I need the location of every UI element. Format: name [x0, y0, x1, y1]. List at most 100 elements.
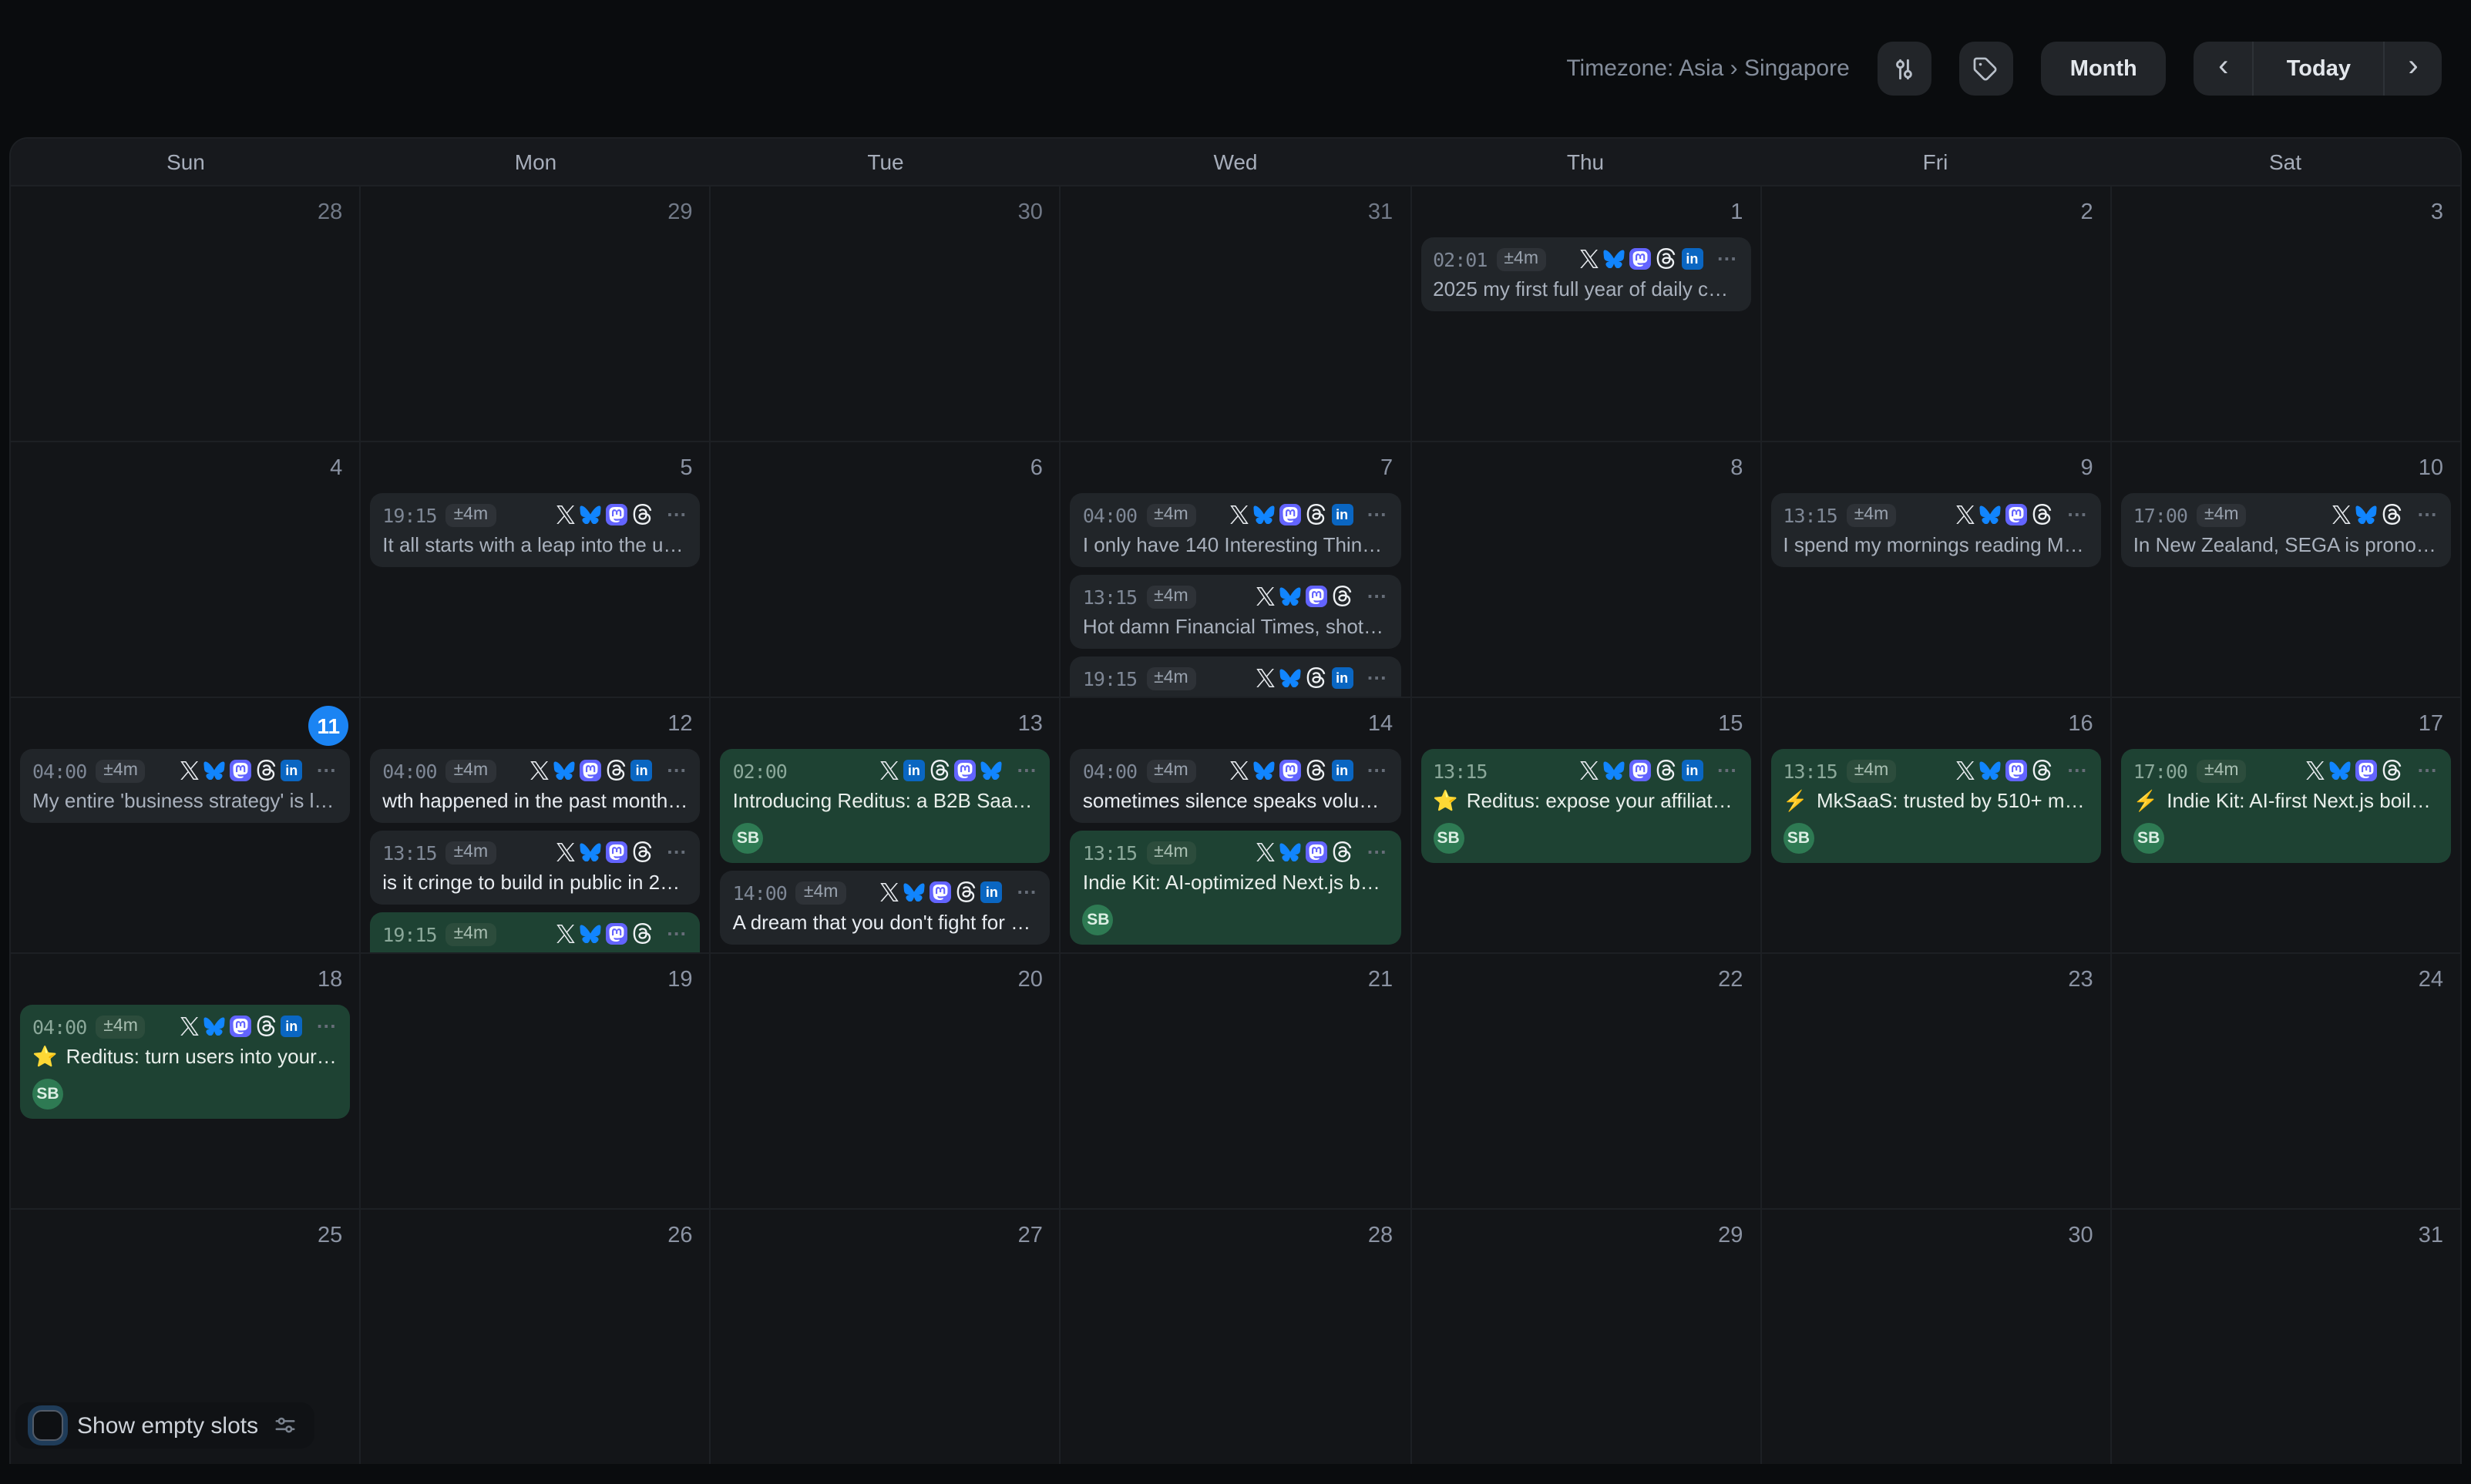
more-icon[interactable]: ⋯ — [1367, 589, 1388, 604]
x-icon — [556, 505, 575, 524]
day-cell[interactable]: 29 — [359, 186, 709, 441]
day-cell[interactable]: 28 — [11, 186, 359, 441]
day-cell[interactable]: 913:15±4m⋯I spend my mornings reading Mr… — [1760, 442, 2110, 697]
event-card[interactable]: 17:00±4m⋯In New Zealand, SEGA is pronoun… — [2121, 493, 2451, 567]
event-title: Hot damn Financial Times, shots … — [1083, 613, 1388, 640]
day-cell[interactable]: 1717:00±4m⋯⚡ Indie Kit: AI-first Next.js… — [2110, 698, 2460, 952]
more-icon[interactable]: ⋯ — [667, 763, 688, 778]
more-icon[interactable]: ⋯ — [1716, 251, 1738, 267]
day-cell[interactable]: 31 — [2110, 1210, 2460, 1464]
day-cell[interactable]: 1017:00±4m⋯In New Zealand, SEGA is prono… — [2110, 442, 2460, 697]
event-card[interactable]: 14:00±4min⋯A dream that you don't fight … — [721, 871, 1051, 945]
event-card[interactable]: 04:00±4min⋯⭐ Reditus: turn users into yo… — [20, 1005, 350, 1119]
more-icon[interactable]: ⋯ — [1367, 763, 1388, 778]
day-cell[interactable]: 4 — [11, 442, 359, 697]
day-cell[interactable]: 27 — [710, 1210, 1060, 1464]
next-button[interactable]: › — [2383, 42, 2442, 96]
more-icon[interactable]: ⋯ — [1367, 507, 1388, 522]
day-cell[interactable]: 28 — [1060, 1210, 1410, 1464]
event-card[interactable]: 04:00±4min⋯My entire 'business strategy'… — [20, 749, 350, 823]
day-events: 04:00±4min⋯wth happened in the past mont… — [370, 749, 700, 952]
more-icon[interactable]: ⋯ — [316, 763, 338, 778]
event-card[interactable]: 13:15±4m⋯I spend my mornings reading Mr … — [1770, 493, 2100, 567]
more-icon[interactable]: ⋯ — [667, 926, 688, 942]
more-icon[interactable]: ⋯ — [1716, 763, 1738, 778]
prev-button[interactable]: ‹ — [2194, 42, 2253, 96]
day-cell[interactable]: 21 — [1060, 954, 1410, 1208]
week-row: 282930 31 102:01±4min⋯2025 my first full y… — [11, 186, 2460, 442]
event-card[interactable]: 13:15±4m⋯Hot damn Financial Times, shots… — [1071, 575, 1400, 649]
more-icon[interactable]: ⋯ — [316, 1019, 338, 1034]
filter-button[interactable] — [1878, 42, 1931, 96]
event-card[interactable]: 04:00±4min⋯wth happened in the past mont… — [370, 749, 700, 823]
day-cell[interactable]: 3 — [2110, 186, 2460, 441]
more-icon[interactable]: ⋯ — [2067, 763, 2089, 778]
day-cell[interactable]: 31 — [1060, 186, 1410, 441]
event-card[interactable]: 19:15±4min⋯“Listen to music or sports in… — [1071, 656, 1400, 697]
day-cell[interactable]: 1513:15in⋯⭐ Reditus: expose your affilia… — [1410, 698, 1760, 952]
threads-icon — [1332, 586, 1353, 607]
date-label: 31 — [1368, 200, 1393, 225]
event-card[interactable]: 04:00±4min⋯sometimes silence speaks volu… — [1071, 749, 1400, 823]
more-icon[interactable]: ⋯ — [2067, 507, 2089, 522]
event-card[interactable]: 13:15in⋯⭐ Reditus: expose your affiliate… — [1420, 749, 1750, 863]
day-cell[interactable]: 23 — [1760, 954, 2110, 1208]
day-cell[interactable]: 519:15±4m⋯It all starts with a leap into… — [359, 442, 709, 697]
show-empty-slots-checkbox[interactable] — [32, 1410, 63, 1441]
event-card[interactable]: 02:01±4min⋯2025 my first full year of da… — [1420, 237, 1750, 311]
event-title: In New Zealand, SEGA is pronoun… — [2133, 532, 2439, 558]
today-button[interactable]: Today — [2253, 42, 2383, 96]
event-card[interactable]: 13:15±4m⋯Indie Kit: AI-optimized Next.js… — [1071, 831, 1400, 945]
more-icon[interactable]: ⋯ — [667, 844, 688, 860]
day-cell[interactable]: 24 — [2110, 954, 2460, 1208]
day-cell[interactable]: 30 — [1760, 1210, 2110, 1464]
event-card[interactable]: 13:15±4m⋯⚡ MkSaaS: trusted by 510+ make…… — [1770, 749, 2100, 863]
date-label: 20 — [1018, 968, 1043, 992]
day-cell[interactable]: 704:00±4min⋯I only have 140 Interesting … — [1060, 442, 1410, 697]
day-cell[interactable]: 29 — [1410, 1210, 1760, 1464]
day-cell[interactable]: 30 — [710, 186, 1060, 441]
more-icon[interactable]: ⋯ — [667, 507, 688, 522]
more-icon[interactable]: ⋯ — [1017, 885, 1038, 900]
more-icon[interactable]: ⋯ — [1367, 670, 1388, 686]
day-cell[interactable]: 26 — [359, 1210, 709, 1464]
day-cell[interactable]: 8 — [1410, 442, 1760, 697]
mastodon-icon — [1629, 760, 1651, 781]
mastodon-icon — [930, 881, 951, 903]
event-card[interactable]: 19:15±4m⋯It all starts with a leap into … — [370, 493, 700, 567]
day-cell[interactable]: 2 — [1760, 186, 2110, 441]
day-cell[interactable]: 1204:00±4min⋯wth happened in the past mo… — [359, 698, 709, 952]
event-card[interactable]: 19:15±4m⋯Introducing MkSaaS: complete N…… — [370, 912, 700, 952]
day-cell[interactable]: 102:01±4min⋯2025 my first full year of d… — [1410, 186, 1760, 441]
event-card[interactable]: 17:00±4m⋯⚡ Indie Kit: AI-first Next.js b… — [2121, 749, 2451, 863]
day-cell[interactable]: 1302:00in⋯Introducing Reditus: a B2B Saa… — [710, 698, 1060, 952]
day-cell[interactable]: 1804:00±4min⋯⭐ Reditus: turn users into … — [11, 954, 359, 1208]
tag-button[interactable] — [1959, 42, 2013, 96]
day-cell[interactable]: 20 — [710, 954, 1060, 1208]
sliders-horizontal-icon[interactable] — [272, 1413, 297, 1438]
more-icon[interactable]: ⋯ — [1017, 763, 1038, 778]
bluesky-icon — [1279, 669, 1301, 688]
day-cell[interactable]: 6 — [710, 442, 1060, 697]
more-icon[interactable]: ⋯ — [1367, 844, 1388, 860]
sb-avatar: SB — [2133, 823, 2164, 854]
more-icon[interactable]: ⋯ — [2417, 763, 2439, 778]
event-platform-icons — [556, 923, 653, 945]
event-duration-badge: ±4m — [796, 881, 846, 904]
event-time: 13:15 — [1083, 841, 1137, 864]
x-icon — [556, 925, 575, 943]
tag-icon — [1972, 55, 2000, 82]
event-duration-badge: ±4m — [2197, 503, 2247, 526]
event-card[interactable]: 04:00±4min⋯I only have 140 Interesting T… — [1071, 493, 1400, 567]
day-cell[interactable]: 19 — [359, 954, 709, 1208]
day-cell[interactable]: 1104:00±4min⋯My entire 'business strateg… — [11, 698, 359, 952]
day-cell[interactable]: 22 — [1410, 954, 1760, 1208]
event-card[interactable]: 13:15±4m⋯is it cringe to build in public… — [370, 831, 700, 905]
day-cell[interactable]: 1404:00±4min⋯sometimes silence speaks vo… — [1060, 698, 1410, 952]
chevron-left-icon: ‹ — [2218, 49, 2228, 85]
event-card[interactable]: 02:00in⋯Introducing Reditus: a B2B SaaS … — [721, 749, 1051, 863]
more-icon[interactable]: ⋯ — [2417, 507, 2439, 522]
mastodon-icon — [2006, 760, 2028, 781]
day-cell[interactable]: 1613:15±4m⋯⚡ MkSaaS: trusted by 510+ mak… — [1760, 698, 2110, 952]
month-view-button[interactable]: Month — [2041, 42, 2167, 96]
